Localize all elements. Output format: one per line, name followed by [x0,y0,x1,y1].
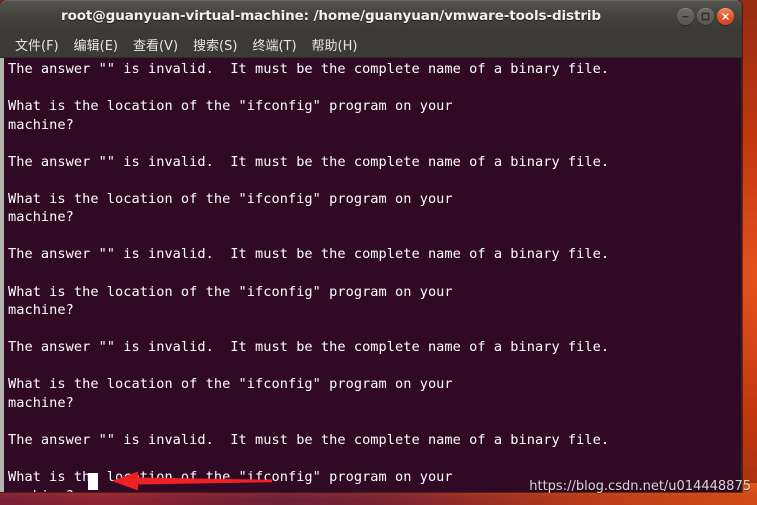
terminal-line: The answer "" is invalid. It must be the… [8,61,610,77]
menu-item-search[interactable]: 搜索(S) [187,33,243,56]
terminal-line: What is the location of the "ifconfig" p… [8,283,453,300]
menu-item-help[interactable]: 帮助(H) [306,33,364,56]
terminal-line: machine? [8,394,74,411]
watermark-text: https://blog.csdn.net/u014448875 [529,479,751,494]
terminal-line: The answer "" is invalid. It must be the… [8,431,610,448]
menu-item-file[interactable]: 文件(F) [9,33,65,56]
menu-item-edit[interactable]: 编辑(E) [68,33,124,56]
minimize-button[interactable] [677,8,694,25]
minimize-icon [681,12,690,21]
window-controls [677,8,734,25]
terminal-line: What is the location of the "ifconfig" p… [8,190,453,207]
menu-item-terminal[interactable]: 终端(T) [246,33,302,56]
maximize-icon [701,12,710,21]
terminal-line: What is the location of the "ifconfig" p… [8,376,453,393]
close-button[interactable] [717,8,734,25]
menu-item-view[interactable]: 查看(V) [127,33,184,56]
window-title: root@guanyuan-virtual-machine: /home/gua… [61,8,601,24]
terminal-screen[interactable]: The answer "" is invalid. It must be the… [0,58,742,492]
terminal-line: The answer "" is invalid. It must be the… [8,153,610,170]
terminal-window: root@guanyuan-virtual-machine: /home/gua… [0,0,742,492]
terminal-cursor [88,473,98,490]
terminal-line: machine? [8,209,74,226]
menu-bar: 文件(F) 编辑(E) 查看(V) 搜索(S) 终端(T) 帮助(H) [0,31,742,58]
maximize-button[interactable] [697,8,714,25]
window-titlebar[interactable]: root@guanyuan-virtual-machine: /home/gua… [0,0,742,31]
terminal-line: What is the location of the "ifconfig" p… [8,98,453,115]
close-icon [721,12,730,21]
terminal-line: machine? [8,302,74,319]
terminal-line: machine? [8,116,74,133]
terminal-line: The answer "" is invalid. It must be the… [8,339,610,356]
terminal-output: The answer "" is invalid. It must be the… [8,60,741,492]
terminal-line: The answer "" is invalid. It must be the… [8,246,610,263]
